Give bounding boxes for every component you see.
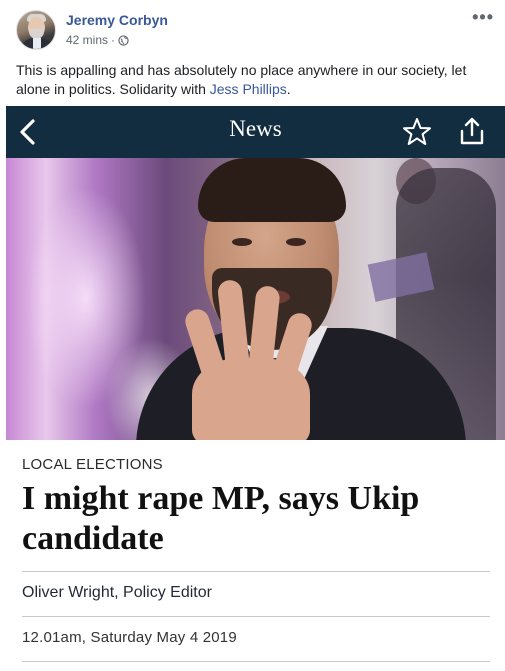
post-meta: 42 mins · xyxy=(66,33,129,47)
shared-screenshot[interactable]: News LOCAL ELECTIONS I might rape MP, sa… xyxy=(6,106,505,671)
article-photo xyxy=(6,158,505,440)
article-nav-bar: News xyxy=(6,106,505,158)
author-name[interactable]: Jeremy Corbyn xyxy=(66,12,168,28)
article-byline: Oliver Wright, Policy Editor xyxy=(22,584,212,601)
share-icon xyxy=(460,117,484,145)
post-header: Jeremy Corbyn 42 mins · ••• xyxy=(16,8,496,54)
more-options-icon[interactable]: ••• xyxy=(472,8,494,26)
meta-separator: · xyxy=(111,33,116,47)
divider xyxy=(22,661,490,662)
headline-line-1: I might rape MP, says Ukip xyxy=(22,480,420,517)
headline-line-2: candidate xyxy=(22,520,164,557)
star-outline-icon xyxy=(403,118,431,145)
divider xyxy=(22,571,490,572)
article-dateline: 12.01am, Saturday May 4 2019 xyxy=(22,629,237,646)
author-avatar[interactable] xyxy=(16,10,56,50)
mention-link[interactable]: Jess Phillips xyxy=(210,81,287,97)
globe-icon xyxy=(118,34,129,46)
post-timestamp[interactable]: 42 mins xyxy=(66,33,108,47)
post-message: This is appalling and has absolutely no … xyxy=(16,61,486,99)
post-text-end: . xyxy=(286,81,291,97)
article-headline: I might rape MP, says Ukip candidate xyxy=(22,479,492,559)
article-section-label: LOCAL ELECTIONS xyxy=(22,456,163,473)
divider xyxy=(22,616,490,617)
